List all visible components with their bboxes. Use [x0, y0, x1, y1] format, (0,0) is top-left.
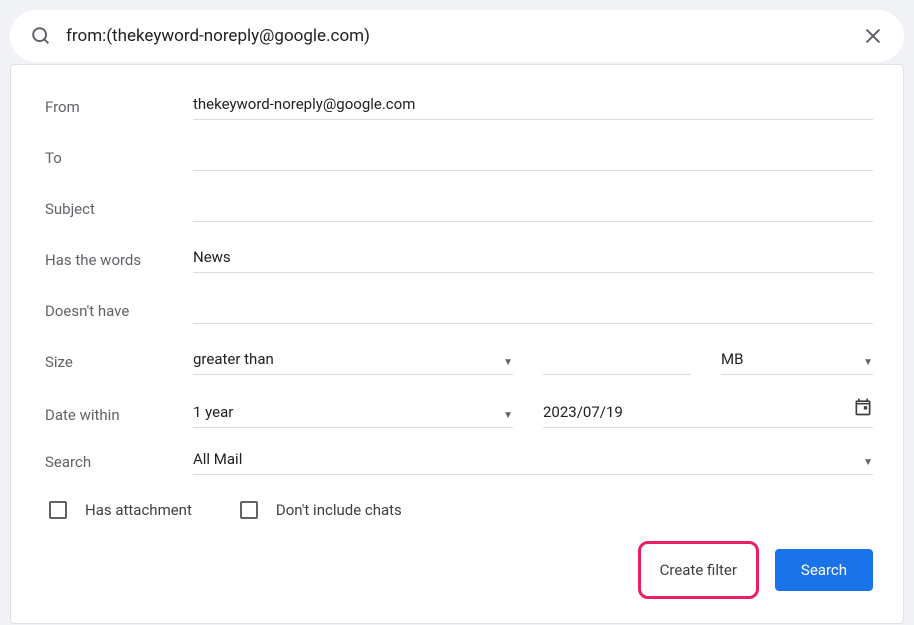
size-label: Size	[45, 353, 193, 375]
to-label: To	[45, 149, 193, 171]
from-field[interactable]	[193, 91, 873, 120]
size-value-field[interactable]	[543, 346, 691, 375]
size-unit-value: MB	[721, 350, 763, 368]
chevron-down-icon: ▼	[503, 410, 513, 421]
calendar-icon[interactable]	[853, 397, 873, 421]
create-filter-button[interactable]: Create filter	[648, 551, 749, 589]
doesnt-have-label: Doesn't have	[45, 302, 193, 324]
search-input[interactable]	[66, 26, 848, 46]
to-field[interactable]	[193, 142, 873, 171]
dont-include-chats-label: Don't include chats	[276, 501, 402, 519]
close-icon[interactable]	[862, 25, 884, 47]
chevron-down-icon: ▼	[503, 357, 513, 368]
has-attachment-label: Has attachment	[85, 501, 192, 519]
checkbox-box	[240, 501, 258, 519]
chevron-down-icon: ▼	[863, 357, 873, 368]
subject-label: Subject	[45, 200, 193, 222]
checkbox-box	[49, 501, 67, 519]
date-within-label: Date within	[45, 406, 193, 428]
size-operator-select[interactable]: greater than ▼	[193, 350, 513, 375]
date-field[interactable]	[543, 403, 853, 421]
from-label: From	[45, 98, 193, 120]
date-range-value: 1 year	[193, 403, 503, 421]
has-words-label: Has the words	[45, 251, 193, 273]
dont-include-chats-checkbox[interactable]: Don't include chats	[240, 501, 402, 519]
search-scope-label: Search	[45, 453, 193, 475]
search-scope-select[interactable]: All Mail ▼	[193, 450, 873, 475]
has-words-field[interactable]	[193, 244, 873, 273]
has-attachment-checkbox[interactable]: Has attachment	[49, 501, 192, 519]
doesnt-have-field[interactable]	[193, 295, 873, 324]
subject-field[interactable]	[193, 193, 873, 222]
search-bar	[10, 10, 904, 62]
search-icon	[30, 25, 52, 47]
size-operator-value: greater than	[193, 350, 503, 368]
search-scope-value: All Mail	[193, 450, 863, 468]
search-button[interactable]: Search	[775, 549, 873, 591]
size-unit-select[interactable]: MB ▼	[721, 350, 873, 375]
date-range-select[interactable]: 1 year ▼	[193, 403, 513, 428]
chevron-down-icon: ▼	[863, 457, 873, 468]
create-filter-highlight: Create filter	[638, 541, 759, 599]
search-filter-panel: From To Subject Has the words Doesn't ha…	[10, 64, 904, 624]
